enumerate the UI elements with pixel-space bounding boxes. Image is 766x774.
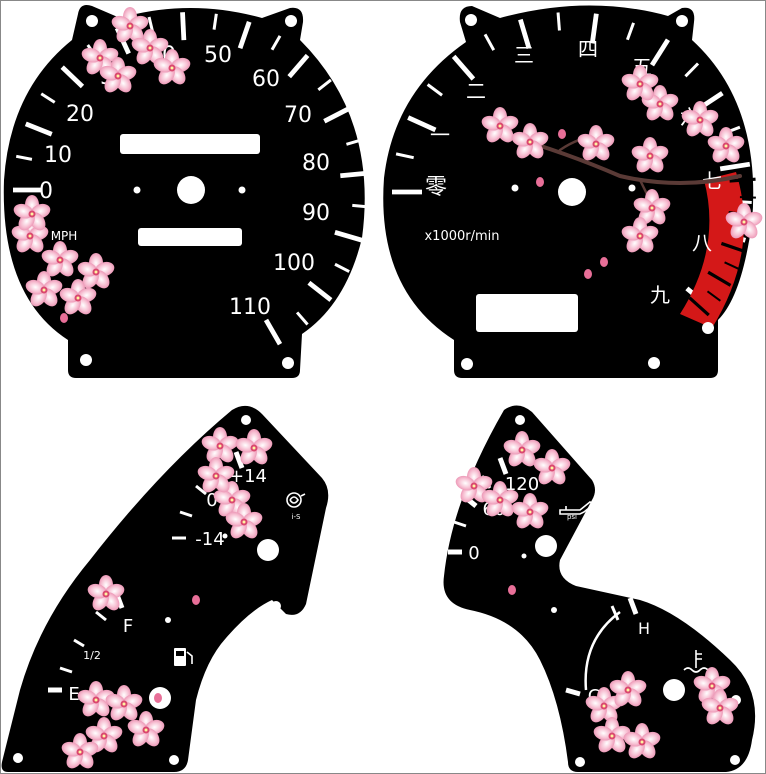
rpm-label-9: 九 <box>650 283 670 307</box>
minor-tick <box>352 203 369 209</box>
speed-label-60: 60 <box>252 67 280 92</box>
tach-display-window <box>476 294 578 332</box>
blossom-bud <box>192 595 200 605</box>
boost-label-minus14: -14 <box>195 529 224 550</box>
boost-icon-label: i-S <box>292 513 301 521</box>
major-tick <box>180 12 187 41</box>
oil-needle-hub <box>535 535 557 557</box>
tach-dot-right <box>628 184 636 192</box>
speed-label-10: 10 <box>44 143 72 168</box>
boost-fuel-face <box>1 405 329 772</box>
rpm-unit-label: x1000r/min <box>424 229 499 244</box>
speed-label-20: 20 <box>66 102 94 127</box>
tach-mount-hole-tl <box>465 14 477 26</box>
speed-unit-label: MPH <box>51 229 78 243</box>
tach-mount-hole-br <box>702 322 714 334</box>
speedo-mount-hole-tl <box>86 15 98 27</box>
trip-window <box>138 228 242 246</box>
rpm-label-1: 一 <box>430 123 450 147</box>
blossom-bud <box>508 585 516 595</box>
rpm-label-0: 零 <box>425 175 447 200</box>
gauge-faces-svg: 0 10 20 30 40 50 60 70 80 90 100 110 MPH… <box>0 0 766 774</box>
temp-mount-hole-br <box>730 755 740 765</box>
temp-mount-hole-bl <box>575 757 585 767</box>
speedo-dot-left <box>133 186 141 194</box>
boost-mount-hole-top <box>241 415 251 425</box>
blossom-bud <box>60 313 68 323</box>
speedo-mount-hole-bl <box>80 354 92 366</box>
tach-mount-hole-bm <box>648 357 660 369</box>
fuel-mount-hole-br <box>169 755 179 765</box>
fuel-label-half: 1/2 <box>83 649 101 662</box>
speedo-mount-hole-tr <box>285 15 297 27</box>
speed-label-70: 70 <box>284 103 312 128</box>
temp-label-hot: H <box>638 619 650 638</box>
temp-needle-hub <box>663 679 685 701</box>
oil-dot <box>551 607 557 613</box>
blossom-bud <box>536 177 544 187</box>
rpm-label-3: 三 <box>514 43 534 67</box>
needle-hub <box>177 176 205 204</box>
rpm-label-2: 二 <box>466 79 486 103</box>
blossom-bud <box>558 129 566 139</box>
oil-mount-hole-top <box>515 415 525 425</box>
speed-label-50: 50 <box>204 43 232 68</box>
tach-mount-hole-tr <box>676 15 688 27</box>
fuel-mount-hole-bl <box>13 753 23 763</box>
boost-mount-hole-right <box>271 601 281 611</box>
rpm-label-8: 八 <box>692 231 712 255</box>
rpm-label-4: 四 <box>578 37 598 61</box>
fuel-label-full: F <box>123 616 133 637</box>
oil-dot-small <box>521 553 527 559</box>
blossom-bud <box>154 693 162 703</box>
speed-label-90: 90 <box>302 201 330 226</box>
speed-label-100: 100 <box>273 251 315 276</box>
fuel-dot <box>165 617 171 623</box>
gauge-cluster-artwork: 0 10 20 30 40 50 60 70 80 90 100 110 MPH… <box>0 0 766 774</box>
tach-needle-hub <box>558 178 586 206</box>
blossom-bud <box>584 269 592 279</box>
speed-label-110: 110 <box>229 295 271 320</box>
speedo-mount-hole-br <box>282 357 294 369</box>
speed-label-0: 0 <box>39 179 53 204</box>
oil-label-0: 0 <box>468 543 479 564</box>
speedo-dot-right <box>238 186 246 194</box>
tach-mount-hole-bl <box>461 358 473 370</box>
tach-dot-left <box>511 184 519 192</box>
boost-needle-hub <box>257 539 279 561</box>
odometer-window <box>120 134 260 154</box>
minor-tick <box>556 12 561 31</box>
speed-label-80: 80 <box>302 151 330 176</box>
major-tick <box>340 170 369 179</box>
boost-dot <box>222 533 228 539</box>
blossom-bud <box>600 257 608 267</box>
